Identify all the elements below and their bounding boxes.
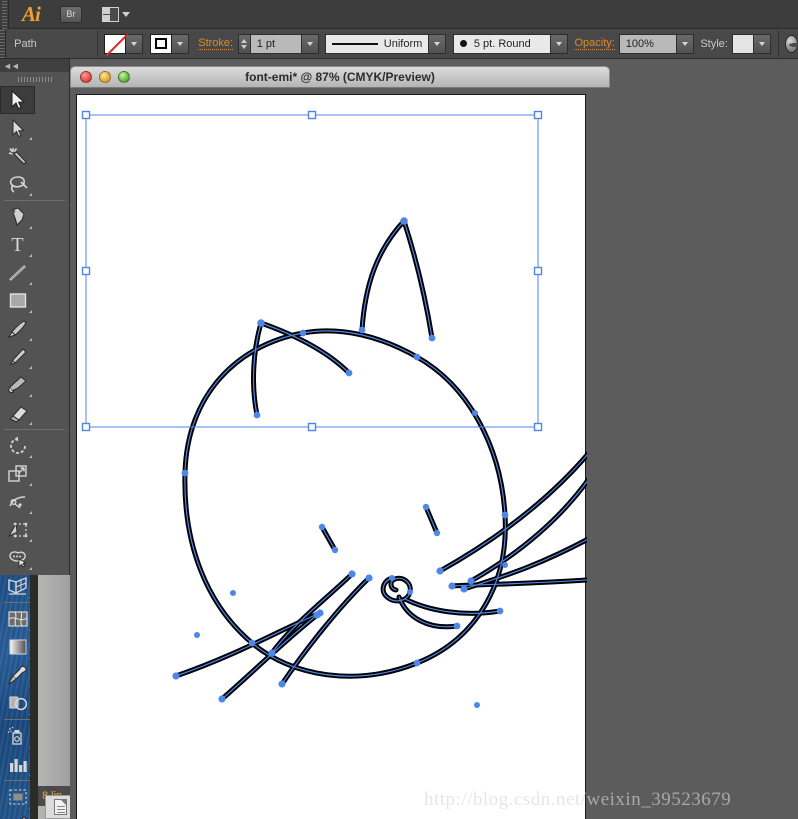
brush-definition-control[interactable]: 5 pt. Round <box>452 33 568 54</box>
graphic-style-dropdown-button[interactable] <box>753 33 771 54</box>
brush-definition-label: 5 pt. Round <box>473 37 531 50</box>
cat-face-artwork[interactable] <box>77 95 587 819</box>
opacity-value[interactable]: 100% <box>618 33 677 54</box>
controlbar-grip[interactable] <box>0 29 7 58</box>
direct-selection-tool[interactable] <box>0 114 35 142</box>
tool-flyout-indicator <box>29 310 32 313</box>
application-menubar: Ai Br <box>0 0 798 29</box>
tool-flyout-indicator <box>29 366 32 369</box>
line-segment-tool[interactable] <box>0 259 35 287</box>
collapse-panel-icon[interactable]: ◄◄ <box>3 61 20 71</box>
illustrator-window: Ai Br Path Stroke: 1 pt Uniform 5 pt. Ro… <box>0 0 798 819</box>
path-anchor-points[interactable] <box>172 217 587 708</box>
tools-panel: ◄◄ T <box>0 59 70 819</box>
opacity-control[interactable]: 100% <box>618 33 694 54</box>
tool-flyout-indicator <box>29 137 32 140</box>
document-setup-icon[interactable] <box>785 34 798 53</box>
style-label: Style: <box>700 37 728 50</box>
tool-flyout-indicator <box>29 455 32 458</box>
tool-flyout-indicator <box>29 422 32 425</box>
fill-dropdown-button[interactable] <box>126 33 144 54</box>
selected-object-type: Path <box>14 37 37 50</box>
tool-flyout-indicator <box>29 394 32 397</box>
magic-wand-tool[interactable] <box>0 142 35 170</box>
document-title: font-emi* @ 87% (CMYK/Preview) <box>245 70 435 84</box>
document-icon <box>53 799 67 815</box>
shape-builder-tool[interactable] <box>0 544 35 572</box>
stroke-weight-stepper[interactable] <box>237 33 250 54</box>
arrange-documents-icon <box>101 6 119 22</box>
tool-flyout-indicator <box>29 338 32 341</box>
tool-flyout-indicator <box>29 226 32 229</box>
tool-flyout-indicator <box>29 193 32 196</box>
selection-tool[interactable] <box>0 86 35 114</box>
fill-control[interactable] <box>104 33 144 54</box>
stroke-weight-control[interactable]: 1 pt <box>237 33 319 54</box>
chevron-down-icon <box>121 11 130 17</box>
menubar-grip[interactable] <box>0 0 9 29</box>
document-canvas-area[interactable] <box>70 88 610 819</box>
document-window: font-emi* @ 87% (CMYK/Preview) <box>70 66 610 819</box>
selection-handles[interactable] <box>81 110 543 432</box>
divider-2 <box>777 30 779 57</box>
arrange-documents-button[interactable] <box>101 6 130 22</box>
lasso-tool[interactable] <box>0 170 35 198</box>
tool-flyout-indicator <box>29 567 32 570</box>
illustrator-logo: Ai <box>22 1 41 26</box>
opacity-label[interactable]: Opacity: <box>574 37 615 50</box>
tools-panel-titlebar[interactable]: ◄◄ <box>0 59 69 72</box>
rotate-tool[interactable] <box>0 432 35 460</box>
tools-divider <box>4 200 65 201</box>
scale-tool[interactable] <box>0 460 35 488</box>
paintbrush-tool[interactable] <box>0 315 35 343</box>
selection-bounding-box <box>85 114 539 428</box>
type-tool[interactable]: T <box>0 231 35 259</box>
tools-divider-2 <box>4 429 65 430</box>
cat-drawing-paths <box>173 218 587 702</box>
eraser-tool[interactable] <box>0 399 35 427</box>
brush-definition-dropdown-button[interactable] <box>550 33 568 54</box>
stroke-profile-value[interactable]: Uniform <box>325 33 430 54</box>
fill-swatch[interactable] <box>104 33 127 54</box>
round-brush-icon <box>459 40 467 47</box>
tool-flyout-indicator <box>29 254 32 257</box>
graphic-style-swatch[interactable] <box>731 33 754 54</box>
stroke-weight-dropdown-button[interactable] <box>301 33 319 54</box>
bridge-button[interactable]: Br <box>59 5 82 23</box>
divider <box>96 30 98 57</box>
stroke-weight-value[interactable]: 1 pt <box>249 33 302 54</box>
tools-panel-grip[interactable] <box>0 72 69 86</box>
stroke-profile-label: Uniform <box>383 37 423 50</box>
opacity-dropdown-button[interactable] <box>676 33 694 54</box>
width-tool[interactable] <box>0 488 35 516</box>
rectangle-tool[interactable] <box>0 287 35 315</box>
stroke-dropdown-button[interactable] <box>172 33 190 54</box>
type-tool-glyph: T <box>11 234 24 256</box>
uniform-profile-icon <box>332 42 378 45</box>
artboard[interactable] <box>76 94 587 819</box>
pencil-tool[interactable] <box>0 343 35 371</box>
brush-definition-value[interactable]: 5 pt. Round <box>452 33 551 54</box>
stroke-profile-control[interactable]: Uniform <box>325 33 447 54</box>
pen-tool[interactable] <box>0 203 35 231</box>
free-transform-tool[interactable] <box>0 516 35 544</box>
background-panel-scrollbar[interactable] <box>38 575 70 819</box>
stroke-label[interactable]: Stroke: <box>198 37 234 50</box>
document-titlebar[interactable]: font-emi* @ 87% (CMYK/Preview) <box>70 66 610 88</box>
control-bar: Path Stroke: 1 pt Uniform 5 pt. Round Op… <box>0 29 798 59</box>
tool-flyout-indicator <box>29 483 32 486</box>
blob-brush-tool[interactable] <box>0 371 35 399</box>
graphic-style-control[interactable] <box>731 33 771 54</box>
stroke-profile-dropdown-button[interactable] <box>429 33 447 54</box>
tool-flyout-indicator <box>29 282 32 285</box>
tool-flyout-indicator <box>29 539 32 542</box>
tool-flyout-indicator <box>29 511 32 514</box>
stroke-swatch[interactable] <box>150 33 173 54</box>
stroke-color-control[interactable] <box>150 33 190 54</box>
